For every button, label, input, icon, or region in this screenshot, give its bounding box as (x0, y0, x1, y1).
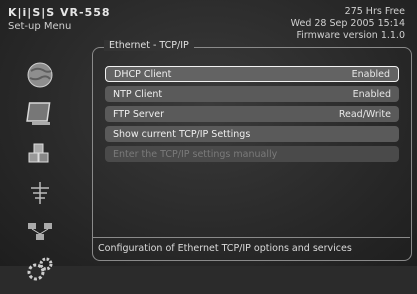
datetime-readout: Wed 28 Sep 2005 15:14 (290, 18, 405, 29)
menu-item-ftp-server[interactable]: FTP Server Read/Write (105, 106, 399, 122)
menu-item-value: Enabled (352, 88, 391, 100)
menu-item-value: Enabled (351, 68, 390, 80)
menu-item-dhcp-client[interactable]: DHCP Client Enabled (105, 66, 399, 82)
screen-subtitle: Set-up Menu (8, 21, 72, 32)
free-time-readout: 275 Hrs Free (344, 6, 405, 17)
status-block: 275 Hrs Free Wed 28 Sep 2005 15:14 Firmw… (291, 6, 405, 42)
help-footer: Configuration of Ethernet TCP/IP options… (92, 237, 410, 259)
category-icons (20, 60, 70, 294)
menu-item-label: DHCP Client (114, 68, 172, 80)
menu-item-label: Enter the TCP/IP settings manually (113, 148, 278, 160)
help-text: Configuration of Ethernet TCP/IP options… (98, 243, 352, 254)
globe-icon[interactable] (20, 60, 60, 90)
gears-icon[interactable] (20, 255, 60, 285)
panel-title: Ethernet - TCP/IP (104, 40, 194, 51)
setup-screen: K|i|S|S VR-558 Set-up Menu 275 Hrs Free … (0, 0, 417, 281)
menu-item-ntp-client[interactable]: NTP Client Enabled (105, 86, 399, 102)
blocks-icon[interactable] (20, 138, 60, 168)
network-icon[interactable] (20, 216, 60, 246)
antenna-icon[interactable] (20, 177, 60, 207)
monitor-icon[interactable] (20, 99, 60, 129)
brand-logo: K|i|S|S VR-558 (8, 6, 111, 19)
menu-item-label: Show current TCP/IP Settings (113, 128, 251, 140)
menu-item-value: Read/Write (338, 108, 391, 120)
menu-item-label: FTP Server (113, 108, 165, 120)
firmware-readout: Firmware version 1.1.0 (296, 30, 405, 41)
menu-item-enter-tcpip-manually: Enter the TCP/IP settings manually (105, 146, 399, 162)
menu-item-show-tcpip[interactable]: Show current TCP/IP Settings (105, 126, 399, 142)
menu-item-label: NTP Client (113, 88, 163, 100)
settings-menu: DHCP Client Enabled NTP Client Enabled F… (105, 66, 399, 166)
